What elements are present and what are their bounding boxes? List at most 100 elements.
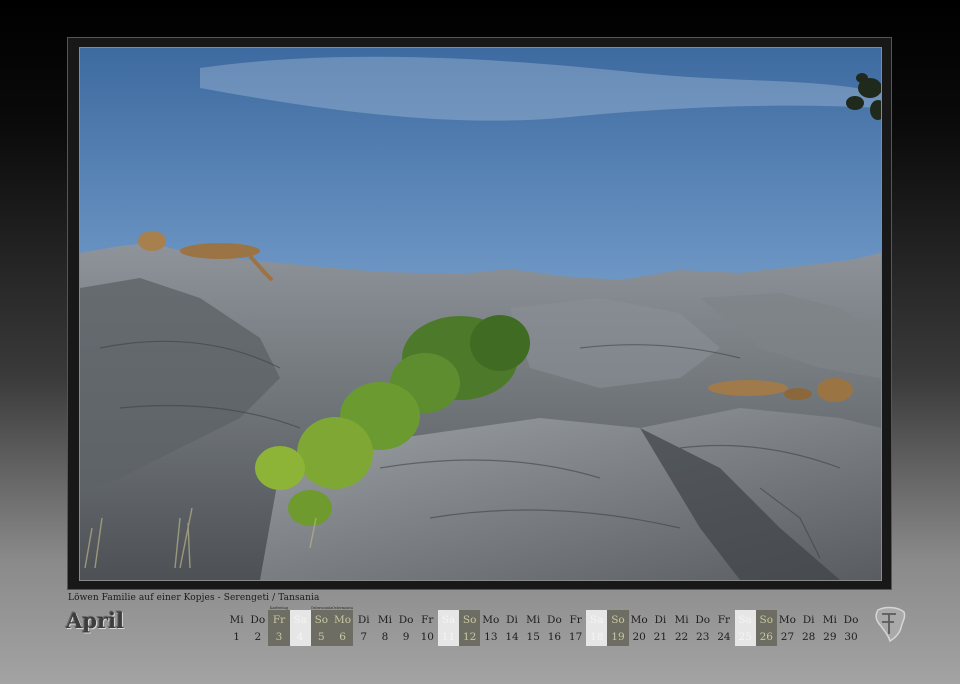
day-number: 21 <box>653 631 668 643</box>
calendar-days-strip: Mi1Do2KarfreitagFr3Sa4OstersonntagSo5Ost… <box>226 606 862 646</box>
holiday-label: Ostermontag <box>331 606 354 610</box>
weekday-label: Fr <box>272 614 286 626</box>
photo-frame <box>67 37 892 590</box>
calendar-day-19: So 19 <box>607 610 629 646</box>
day-number: 18 <box>590 631 604 643</box>
day-number: 10 <box>420 631 434 643</box>
day-number: 24 <box>717 631 731 643</box>
weekday-label: Fr <box>717 614 731 626</box>
weekday-label: So <box>611 614 625 626</box>
calendar-day-15: Mi 15 <box>523 610 544 646</box>
weekday-label: Mo <box>333 614 352 626</box>
calendar-day-13: Mo 13 <box>480 610 501 646</box>
day-number: 9 <box>402 631 410 643</box>
day-number: 4 <box>296 631 304 643</box>
calendar-day-10: Fr 10 <box>417 610 438 646</box>
holiday-label: Karfreitag <box>269 606 289 610</box>
calendar-day-3: Karfreitag Fr 3 <box>268 606 290 646</box>
day-number: 23 <box>696 631 710 643</box>
calendar-day-6: Ostermontag Mo 6 <box>331 606 354 646</box>
weekday-label: Mi <box>229 614 244 626</box>
calendar-day-26: So 26 <box>755 610 777 646</box>
calendar-day-11: Sa 11 <box>437 610 460 646</box>
day-number: 16 <box>547 631 562 643</box>
weekday-label: Do <box>547 614 562 626</box>
weekday-label: Mo <box>630 614 648 626</box>
weekday-label: Mi <box>822 614 837 626</box>
weekday-label: Fr <box>569 614 582 626</box>
calendar-day-16: Do 16 <box>544 610 565 646</box>
weekday-label: So <box>759 614 774 626</box>
weekday-label: Sa <box>590 614 604 626</box>
weekday-label: Mi <box>526 614 541 626</box>
calendar-day-30: Do 30 <box>840 610 861 646</box>
day-number: 15 <box>526 631 540 643</box>
weekday-label: Sa <box>738 614 752 626</box>
calendar-day-27: Mo 27 <box>777 610 798 646</box>
day-number: 5 <box>318 631 325 643</box>
weekday-label: Mo <box>482 614 500 626</box>
calendar-day-23: Do 23 <box>692 610 713 646</box>
day-number: 19 <box>611 631 625 643</box>
calendar-day-17: Fr 17 <box>565 610 586 646</box>
day-number: 12 <box>462 631 477 643</box>
lion-rock-photo <box>79 47 882 581</box>
day-number: 22 <box>674 631 689 643</box>
weekday-label: So <box>462 614 477 626</box>
calendar-day-4: Sa 4 <box>289 610 311 646</box>
day-number: 3 <box>275 631 283 643</box>
weekday-label: Mi <box>674 614 689 626</box>
calendar-day-24: Fr 24 <box>713 610 734 646</box>
day-number: 29 <box>823 631 837 643</box>
calendar-day-2: Do 2 <box>247 610 268 646</box>
day-number: 6 <box>339 631 346 643</box>
weekday-label: Mi <box>377 614 392 626</box>
day-number: 28 <box>801 631 816 643</box>
calendar-day-25: Sa 25 <box>734 610 756 646</box>
calendar-day-18: Sa 18 <box>586 610 608 646</box>
day-number: 7 <box>360 631 368 643</box>
day-number: 25 <box>738 631 752 643</box>
weekday-label: Mo <box>778 614 796 626</box>
weekday-label: Sa <box>293 614 307 626</box>
calendar-day-12: So 12 <box>459 610 481 646</box>
calendar-day-28: Di 28 <box>798 610 819 646</box>
weekday-label: Di <box>802 614 815 626</box>
weekday-label: Di <box>357 614 370 626</box>
weekday-label: Do <box>398 614 414 626</box>
photo-illustration <box>80 48 881 580</box>
calendar-day-21: Di 21 <box>650 610 671 646</box>
weekday-label: Di <box>506 614 518 626</box>
africa-logo-icon <box>868 604 912 644</box>
calendar-day-8: Mi 8 <box>374 610 395 646</box>
weekday-label: Fr <box>421 614 434 626</box>
holiday-label: Ostersonntag <box>310 606 332 610</box>
weekday-label: Di <box>654 614 667 626</box>
day-number: 2 <box>254 631 262 643</box>
day-number: 13 <box>484 631 498 643</box>
calendar-day-7: Di 7 <box>353 610 374 646</box>
calendar-day-5: Ostersonntag So 5 <box>310 606 332 646</box>
calendar-day-20: Mo 20 <box>629 610 650 646</box>
day-number: 8 <box>381 631 389 643</box>
day-number: 14 <box>505 631 519 643</box>
day-number: 27 <box>780 631 795 643</box>
day-number: 17 <box>568 631 583 643</box>
calendar-day-1: Mi 1 <box>226 610 247 646</box>
calendar-day-9: Do 9 <box>396 610 417 646</box>
weekday-label: Do <box>250 614 266 626</box>
weekday-label: Do <box>843 614 859 626</box>
month-title: April <box>66 608 124 633</box>
weekday-label: So <box>314 614 329 626</box>
day-number: 26 <box>759 631 773 643</box>
calendar-day-14: Di 14 <box>501 610 522 646</box>
calendar-day-22: Mi 22 <box>671 610 692 646</box>
day-number: 20 <box>632 631 646 643</box>
day-number: 11 <box>441 631 456 643</box>
day-number: 30 <box>844 631 858 643</box>
weekday-label: Do <box>695 614 711 626</box>
day-number: 1 <box>233 631 240 643</box>
calendar-day-29: Mi 29 <box>819 610 840 646</box>
photo-caption: Löwen Familie auf einer Kopjes - Serenge… <box>68 593 320 603</box>
weekday-label: Sa <box>441 614 456 626</box>
